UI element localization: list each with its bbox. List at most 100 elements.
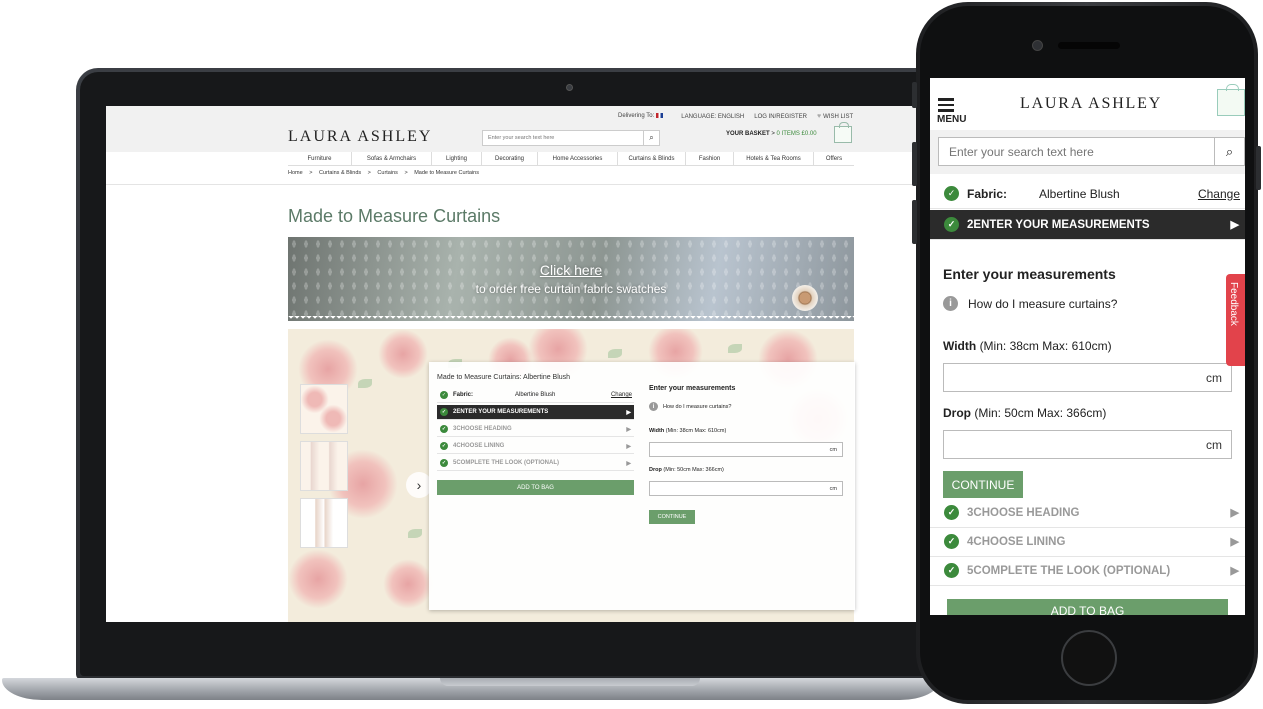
breadcrumb-current: Made to Measure Curtains: [414, 170, 479, 176]
menu-label[interactable]: MENU: [937, 114, 966, 125]
arrow-right-icon: ▶: [626, 460, 631, 467]
step-heading[interactable]: ✓ 3CHOOSE HEADING ▶: [930, 498, 1245, 528]
uk-flag-icon: [656, 113, 664, 119]
nav-item-offers[interactable]: Offers: [814, 152, 854, 165]
step-measurements[interactable]: ✓ 2ENTER YOUR MEASUREMENTS ▶: [437, 405, 634, 420]
swatch-banner-subtitle: to order free curtain fabric swatches: [475, 282, 667, 296]
phone-speaker: [1058, 42, 1120, 49]
wishlist-link[interactable]: ♥ WISH LIST: [817, 113, 853, 120]
check-icon: ✓: [944, 217, 959, 232]
hamburger-icon[interactable]: [938, 98, 958, 115]
logo[interactable]: LAURA ASHLEY: [288, 128, 432, 146]
step-measurements[interactable]: ✓ 2ENTER YOUR MEASUREMENTS ▶: [930, 210, 1245, 240]
change-fabric-link[interactable]: Change: [611, 392, 632, 398]
feedback-tab[interactable]: Feedback: [1226, 274, 1245, 366]
configurator-steps: Made to Measure Curtains: Albertine Blus…: [429, 362, 642, 610]
step-lining[interactable]: ✓ 4CHOOSE LINING ▶: [930, 527, 1245, 557]
search-bar: ⌕: [482, 130, 660, 146]
check-icon: ✓: [944, 505, 959, 520]
shopping-bag-icon[interactable]: [834, 122, 852, 143]
search-icon: ⌕: [649, 133, 654, 142]
phone-home-button: [1061, 630, 1117, 686]
breadcrumb-home[interactable]: Home: [288, 170, 303, 176]
chevron-right-icon: ›: [416, 477, 422, 493]
continue-button[interactable]: CONTINUE: [649, 510, 695, 524]
phone-volume-down-button: [912, 200, 917, 244]
login-link[interactable]: LOG IN/REGISTER: [754, 114, 807, 120]
step-heading[interactable]: ✓ 3CHOOSE HEADING ▶: [437, 422, 634, 437]
drop-label: Drop (Min: 50cm Max: 366cm): [649, 467, 724, 473]
phone-mute-button: [912, 82, 917, 108]
check-icon: ✓: [440, 408, 448, 416]
basket-summary[interactable]: YOUR BASKET > 0 ITEMS £0.00: [726, 131, 817, 137]
nav-item-lighting[interactable]: Lighting: [432, 152, 482, 165]
phone-camera: [1032, 40, 1043, 51]
breadcrumb-curtains[interactable]: Curtains: [377, 170, 397, 176]
heart-icon: ♥: [816, 113, 822, 120]
page-title: Made to Measure Curtains: [288, 206, 501, 226]
measure-help-link[interactable]: i How do I measure curtains?: [649, 402, 731, 411]
language-link[interactable]: LANGUAGE: ENGLISH: [681, 114, 744, 120]
add-to-bag-button[interactable]: ADD TO BAG: [947, 599, 1228, 615]
delivering-to[interactable]: Delivering To:: [618, 113, 664, 120]
drop-input[interactable]: cm: [649, 481, 843, 496]
nav-item-curtains[interactable]: Curtains & Blinds: [618, 152, 686, 165]
change-fabric-link[interactable]: Change: [1198, 187, 1240, 201]
step-complete-look[interactable]: ✓ 5COMPLETE THE LOOK (OPTIONAL) ▶: [930, 556, 1245, 586]
main-nav: Furniture Sofas & Armchairs Lighting Dec…: [288, 152, 854, 166]
swatch-banner[interactable]: Click here to order free curtain fabric …: [288, 237, 854, 321]
breadcrumb-curtains-blinds[interactable]: Curtains & Blinds: [319, 170, 361, 176]
mobile-header: MENU LAURA ASHLEY: [930, 78, 1245, 130]
check-icon: ✓: [440, 425, 448, 433]
arrow-right-icon: ▶: [1230, 219, 1239, 231]
continue-button[interactable]: CONTINUE: [943, 471, 1023, 498]
thumbnail-curtain-detail[interactable]: [300, 498, 348, 548]
shopping-bag-icon[interactable]: [1217, 84, 1245, 116]
search-icon: ⌕: [1225, 143, 1234, 159]
check-icon: ✓: [440, 391, 448, 399]
check-icon: ✓: [944, 563, 959, 578]
thumbnail-gallery: [300, 384, 348, 555]
search-input[interactable]: [483, 131, 643, 145]
add-to-bag-button[interactable]: ADD TO BAG: [437, 480, 634, 495]
arrow-right-icon: ▶: [1230, 565, 1239, 577]
width-input[interactable]: cm: [649, 442, 843, 457]
nav-item-home-accessories[interactable]: Home Accessories: [538, 152, 618, 165]
arrow-right-icon: ▶: [1230, 507, 1239, 519]
configurator-title: Made to Measure Curtains: Albertine Blus…: [437, 374, 571, 381]
step-complete-look[interactable]: ✓ 5COMPLETE THE LOOK (OPTIONAL) ▶: [437, 456, 634, 471]
phone-volume-up-button: [912, 142, 917, 186]
measurements-title: Enter your measurements: [943, 266, 1116, 282]
arrow-right-icon: ▶: [626, 409, 631, 416]
arrow-right-icon: ▶: [626, 426, 631, 433]
devices-mockup: Delivering To: LANGUAGE: ENGLISH LOG IN/…: [0, 0, 1263, 709]
laptop-notch: [440, 678, 700, 686]
nav-item-hotels[interactable]: Hotels & Tea Rooms: [734, 152, 814, 165]
measure-help-link[interactable]: i How do I measure curtains?: [943, 296, 1117, 311]
logo[interactable]: LAURA ASHLEY: [1020, 95, 1162, 113]
drop-label: Drop (Min: 50cm Max: 366cm): [943, 406, 1107, 420]
top-links: Delivering To: LANGUAGE: ENGLISH LOG IN/…: [618, 113, 853, 120]
arrow-right-icon: ▶: [626, 443, 631, 450]
search-button[interactable]: ⌕: [1214, 138, 1244, 165]
nav-item-furniture[interactable]: Furniture: [288, 152, 352, 165]
check-icon: ✓: [440, 442, 448, 450]
nav-item-sofas[interactable]: Sofas & Armchairs: [352, 152, 432, 165]
check-icon: ✓: [440, 459, 448, 467]
desktop-screen: Delivering To: LANGUAGE: ENGLISH LOG IN/…: [106, 106, 916, 622]
search-input[interactable]: [939, 138, 1214, 165]
search-button[interactable]: ⌕: [643, 131, 659, 145]
thumbnail-curtain-room[interactable]: [300, 441, 348, 491]
nav-item-fashion[interactable]: Fashion: [686, 152, 734, 165]
measurements-form: Enter your measurements i How do I measu…: [649, 362, 849, 610]
step-lining[interactable]: ✓ 4CHOOSE LINING ▶: [437, 439, 634, 454]
drop-input[interactable]: cm: [943, 430, 1232, 459]
width-input[interactable]: cm: [943, 363, 1232, 392]
swatch-banner-link[interactable]: Click here: [288, 262, 854, 278]
thumbnail-fabric[interactable]: [300, 384, 348, 434]
configurator-panel: Made to Measure Curtains: Albertine Blus…: [429, 362, 855, 610]
mobile-screen: MENU LAURA ASHLEY ⌕ ✓ Fabric: Albertine …: [930, 78, 1245, 615]
nav-item-decorating[interactable]: Decorating: [482, 152, 538, 165]
mobile-search-bar: ⌕: [930, 130, 1245, 174]
info-icon: i: [943, 296, 958, 311]
